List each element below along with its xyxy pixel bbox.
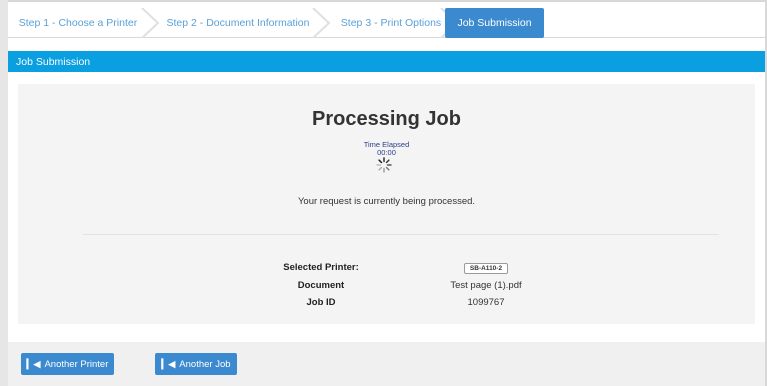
wizard-step-document-info[interactable]: Step 2 - Document Information xyxy=(158,8,318,38)
status-message: Your request is currently being processe… xyxy=(297,196,476,207)
wizard-steps: Step 1 - Choose a Printer Step 2 - Docum… xyxy=(8,8,765,38)
divider xyxy=(83,234,719,235)
window-top-border xyxy=(0,0,767,2)
footer-actions: ▎◀ Another Printer ▎◀ Another Job xyxy=(8,342,765,386)
another-job-button[interactable]: ▎◀ Another Job xyxy=(155,353,237,375)
window-left-border xyxy=(0,0,8,386)
skip-back-icon: ▎◀ xyxy=(26,358,41,369)
wizard-step-label: Step 3 - Print Options xyxy=(340,17,442,29)
job-id-label: Job ID xyxy=(306,297,336,308)
selected-printer-label: Selected Printer: xyxy=(283,262,359,273)
document-label: Document xyxy=(297,280,345,291)
printer-badge: SB-A110-2 xyxy=(463,263,509,274)
page-title: Processing Job xyxy=(312,108,461,130)
loading-spinner-icon xyxy=(376,157,392,173)
wizard-step-print-options[interactable]: Step 3 - Print Options xyxy=(330,8,452,38)
button-label: Another Job xyxy=(179,358,231,370)
panel-header: Job Submission xyxy=(8,51,765,72)
document-value: Test page (1).pdf xyxy=(450,280,522,291)
skip-back-icon: ▎◀ xyxy=(161,358,176,369)
wizard-step-label: Step 2 - Document Information xyxy=(166,17,310,29)
panel-title: Job Submission xyxy=(16,55,91,68)
panel-body: Processing Job Time Elapsed 00:00 Your r… xyxy=(8,72,765,342)
button-label: Another Printer xyxy=(44,358,109,370)
wizard-step-job-submission[interactable]: Job Submission xyxy=(445,8,544,38)
job-id-value: 1099767 xyxy=(467,297,505,308)
processing-card: Processing Job Time Elapsed 00:00 Your r… xyxy=(18,84,755,324)
wizard-step-choose-printer[interactable]: Step 1 - Choose a Printer xyxy=(8,8,148,38)
wizard-step-label: Job Submission xyxy=(457,17,532,29)
another-printer-button[interactable]: ▎◀ Another Printer xyxy=(21,353,114,375)
selected-printer-value: SB-A110-2 xyxy=(416,262,556,274)
wizard-step-label: Step 1 - Choose a Printer xyxy=(18,17,138,29)
time-elapsed-value: 00:00 xyxy=(377,148,396,157)
